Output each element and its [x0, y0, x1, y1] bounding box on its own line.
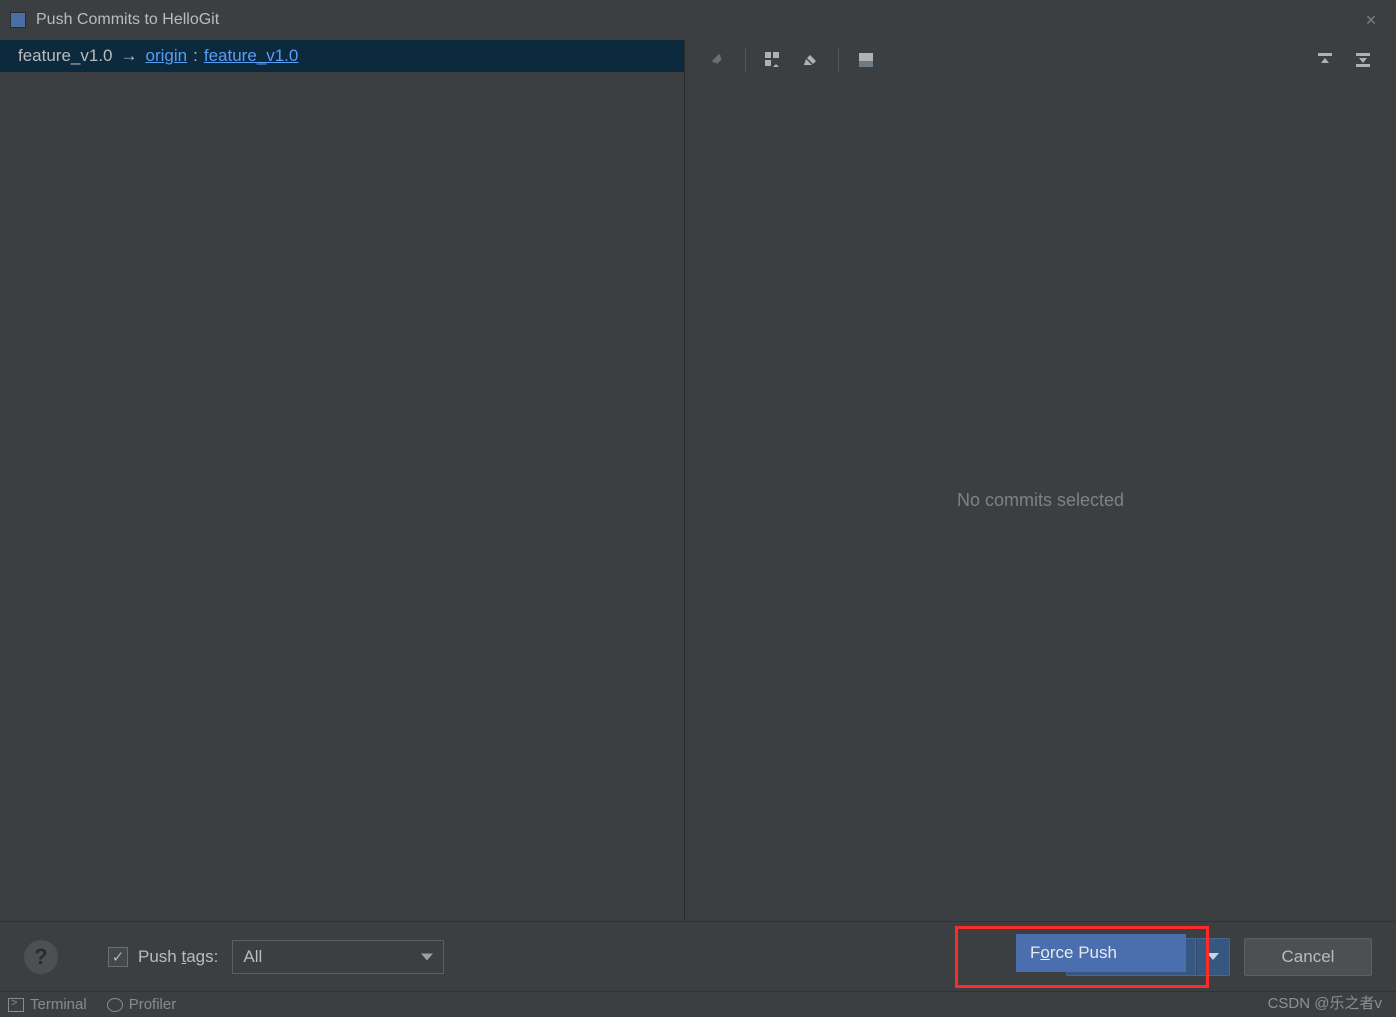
- colon: :: [193, 46, 198, 66]
- branch-row[interactable]: feature_v1.0 → origin : feature_v1.0: [0, 40, 684, 72]
- cancel-button[interactable]: Cancel: [1244, 938, 1372, 976]
- profiler-label: Profiler: [129, 996, 177, 1013]
- push-tags-option[interactable]: Push tags:: [108, 947, 218, 967]
- help-button[interactable]: [24, 940, 58, 974]
- watermark: CSDN @乐之者v: [1268, 992, 1382, 1013]
- arrow-right-icon: →: [121, 46, 138, 66]
- expand-up-icon[interactable]: [1306, 45, 1344, 75]
- terminal-label: Terminal: [30, 996, 87, 1013]
- profiler-icon: [107, 998, 123, 1012]
- diff-pane: No commits selected: [684, 40, 1396, 921]
- local-branch: feature_v1.0: [18, 46, 113, 66]
- app-icon: [10, 12, 26, 28]
- group-by-icon[interactable]: [754, 45, 792, 75]
- main-split: feature_v1.0 → origin : feature_v1.0: [0, 40, 1396, 921]
- push-dropdown-button[interactable]: [1196, 938, 1230, 976]
- edit-icon[interactable]: [792, 45, 830, 75]
- tags-scope-select[interactable]: All: [232, 940, 444, 974]
- terminal-icon: [8, 998, 24, 1012]
- remote-branch-link[interactable]: feature_v1.0: [204, 46, 299, 66]
- remote-link[interactable]: origin: [146, 46, 188, 66]
- terminal-tool[interactable]: Terminal: [8, 996, 87, 1013]
- tags-scope-value: All: [243, 947, 262, 967]
- toolbar-separator: [745, 48, 746, 72]
- commits-pane: feature_v1.0 → origin : feature_v1.0: [0, 40, 684, 921]
- push-tags-checkbox[interactable]: [108, 947, 128, 967]
- diff-toolbar: [685, 40, 1396, 80]
- pin-icon[interactable]: [699, 45, 737, 75]
- chevron-down-icon: [421, 953, 433, 960]
- chevron-down-icon: [1207, 953, 1219, 960]
- commits-list-empty: [0, 72, 684, 921]
- collapse-down-icon[interactable]: [1344, 45, 1382, 75]
- titlebar: Push Commits to HelloGit ×: [0, 0, 1396, 40]
- diff-placeholder: No commits selected: [685, 80, 1396, 921]
- force-push-menu-item[interactable]: Force Push: [1016, 934, 1186, 972]
- preview-icon[interactable]: [847, 45, 885, 75]
- dialog-footer: Push tags: All Push Cancel: [0, 921, 1396, 991]
- close-icon[interactable]: ×: [1356, 10, 1386, 31]
- toolbar-separator: [838, 48, 839, 72]
- window-title: Push Commits to HelloGit: [36, 11, 1356, 29]
- push-tags-label: Push tags:: [138, 947, 218, 967]
- ide-statusbar: Terminal Profiler CSDN @乐之者v: [0, 991, 1396, 1017]
- profiler-tool[interactable]: Profiler: [107, 996, 177, 1013]
